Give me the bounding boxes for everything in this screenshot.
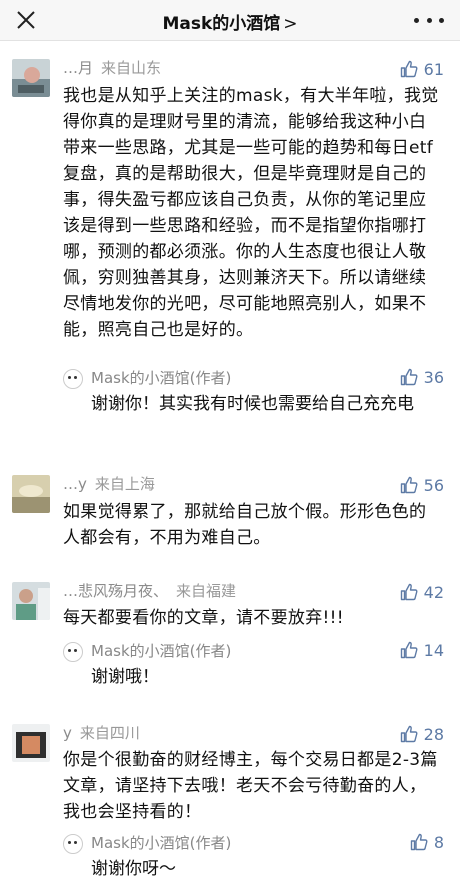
thumbs-up-icon — [410, 833, 428, 851]
like-button[interactable]: 14 — [400, 638, 444, 662]
comment-text: 如果觉得累了，那就给自己放个假。形形色色的人都会有，不用为难自己。 — [63, 502, 427, 548]
reply-text: 谢谢你！其实我有时候也需要给自己充充电 — [91, 394, 414, 414]
reply-text: 谢谢哦！ — [91, 667, 159, 687]
comment-text: 每天都要看你的文章，请不要放弃!!! — [63, 608, 344, 628]
like-button[interactable]: 56 — [400, 473, 444, 497]
like-button[interactable]: 36 — [400, 365, 444, 389]
page-title[interactable]: Mask的小酒馆 > — [0, 9, 460, 34]
author-avatar — [63, 369, 83, 389]
like-button[interactable]: 42 — [400, 580, 444, 604]
avatar[interactable] — [12, 582, 50, 620]
avatar[interactable] — [12, 59, 50, 97]
like-count: 8 — [433, 832, 444, 852]
commenter-name[interactable]: y — [63, 724, 72, 742]
comment-text: 我也是从知乎上关注的mask，有大半年啦，我觉得你真的是理财号里的清流，能够给我… — [63, 86, 439, 340]
commenter-name[interactable]: …悲风殇月夜、 — [63, 582, 168, 600]
thumbs-up-icon — [400, 583, 418, 601]
like-count: 28 — [423, 724, 444, 744]
comment-meta: …y 来自上海 — [63, 473, 155, 497]
comment-location: 来自四川 — [79, 724, 140, 742]
thumbs-up-icon — [400, 368, 418, 386]
like-count: 36 — [423, 367, 444, 387]
comment-meta: …悲风殇月夜、 来自福建 — [63, 580, 236, 604]
author-name[interactable]: Mask的小酒馆(作者) — [91, 640, 231, 661]
author-avatar — [63, 834, 83, 854]
commenter-name[interactable]: …月 — [63, 59, 93, 77]
author-name[interactable]: Mask的小酒馆(作者) — [91, 832, 231, 853]
avatar[interactable] — [12, 475, 50, 513]
like-button[interactable]: 8 — [410, 830, 444, 854]
like-count: 61 — [423, 59, 444, 79]
comment-location: 来自山东 — [101, 59, 162, 77]
thumbs-up-icon — [400, 476, 418, 494]
commenter-name[interactable]: …y — [63, 475, 87, 493]
like-count: 56 — [423, 475, 444, 495]
chevron-right-icon: > — [283, 14, 298, 34]
top-bar: Mask的小酒馆 > — [0, 0, 460, 41]
like-count: 42 — [423, 582, 444, 602]
reply-text: 谢谢你呀～ — [91, 859, 176, 879]
comment-location: 来自福建 — [176, 582, 237, 600]
avatar[interactable] — [12, 724, 50, 762]
like-button[interactable]: 61 — [400, 57, 444, 81]
author-avatar — [63, 642, 83, 662]
comment-text: 你是个很勤奋的财经博主，每个交易日都是2-3篇文章，请坚持下去哦！老天不会亏待勤… — [63, 750, 438, 822]
thumbs-up-icon — [400, 641, 418, 659]
comment-location: 来自上海 — [94, 475, 155, 493]
author-name[interactable]: Mask的小酒馆(作者) — [91, 367, 231, 388]
like-count: 14 — [423, 640, 444, 660]
comment-meta: y 来自四川 — [63, 722, 140, 746]
thumbs-up-icon — [400, 60, 418, 78]
more-dots-icon[interactable] — [414, 10, 444, 30]
comment-meta: …月 来自山东 — [63, 57, 161, 81]
thumbs-up-icon — [400, 725, 418, 743]
account-name: Mask的小酒馆 — [162, 14, 281, 34]
like-button[interactable]: 28 — [400, 722, 444, 746]
